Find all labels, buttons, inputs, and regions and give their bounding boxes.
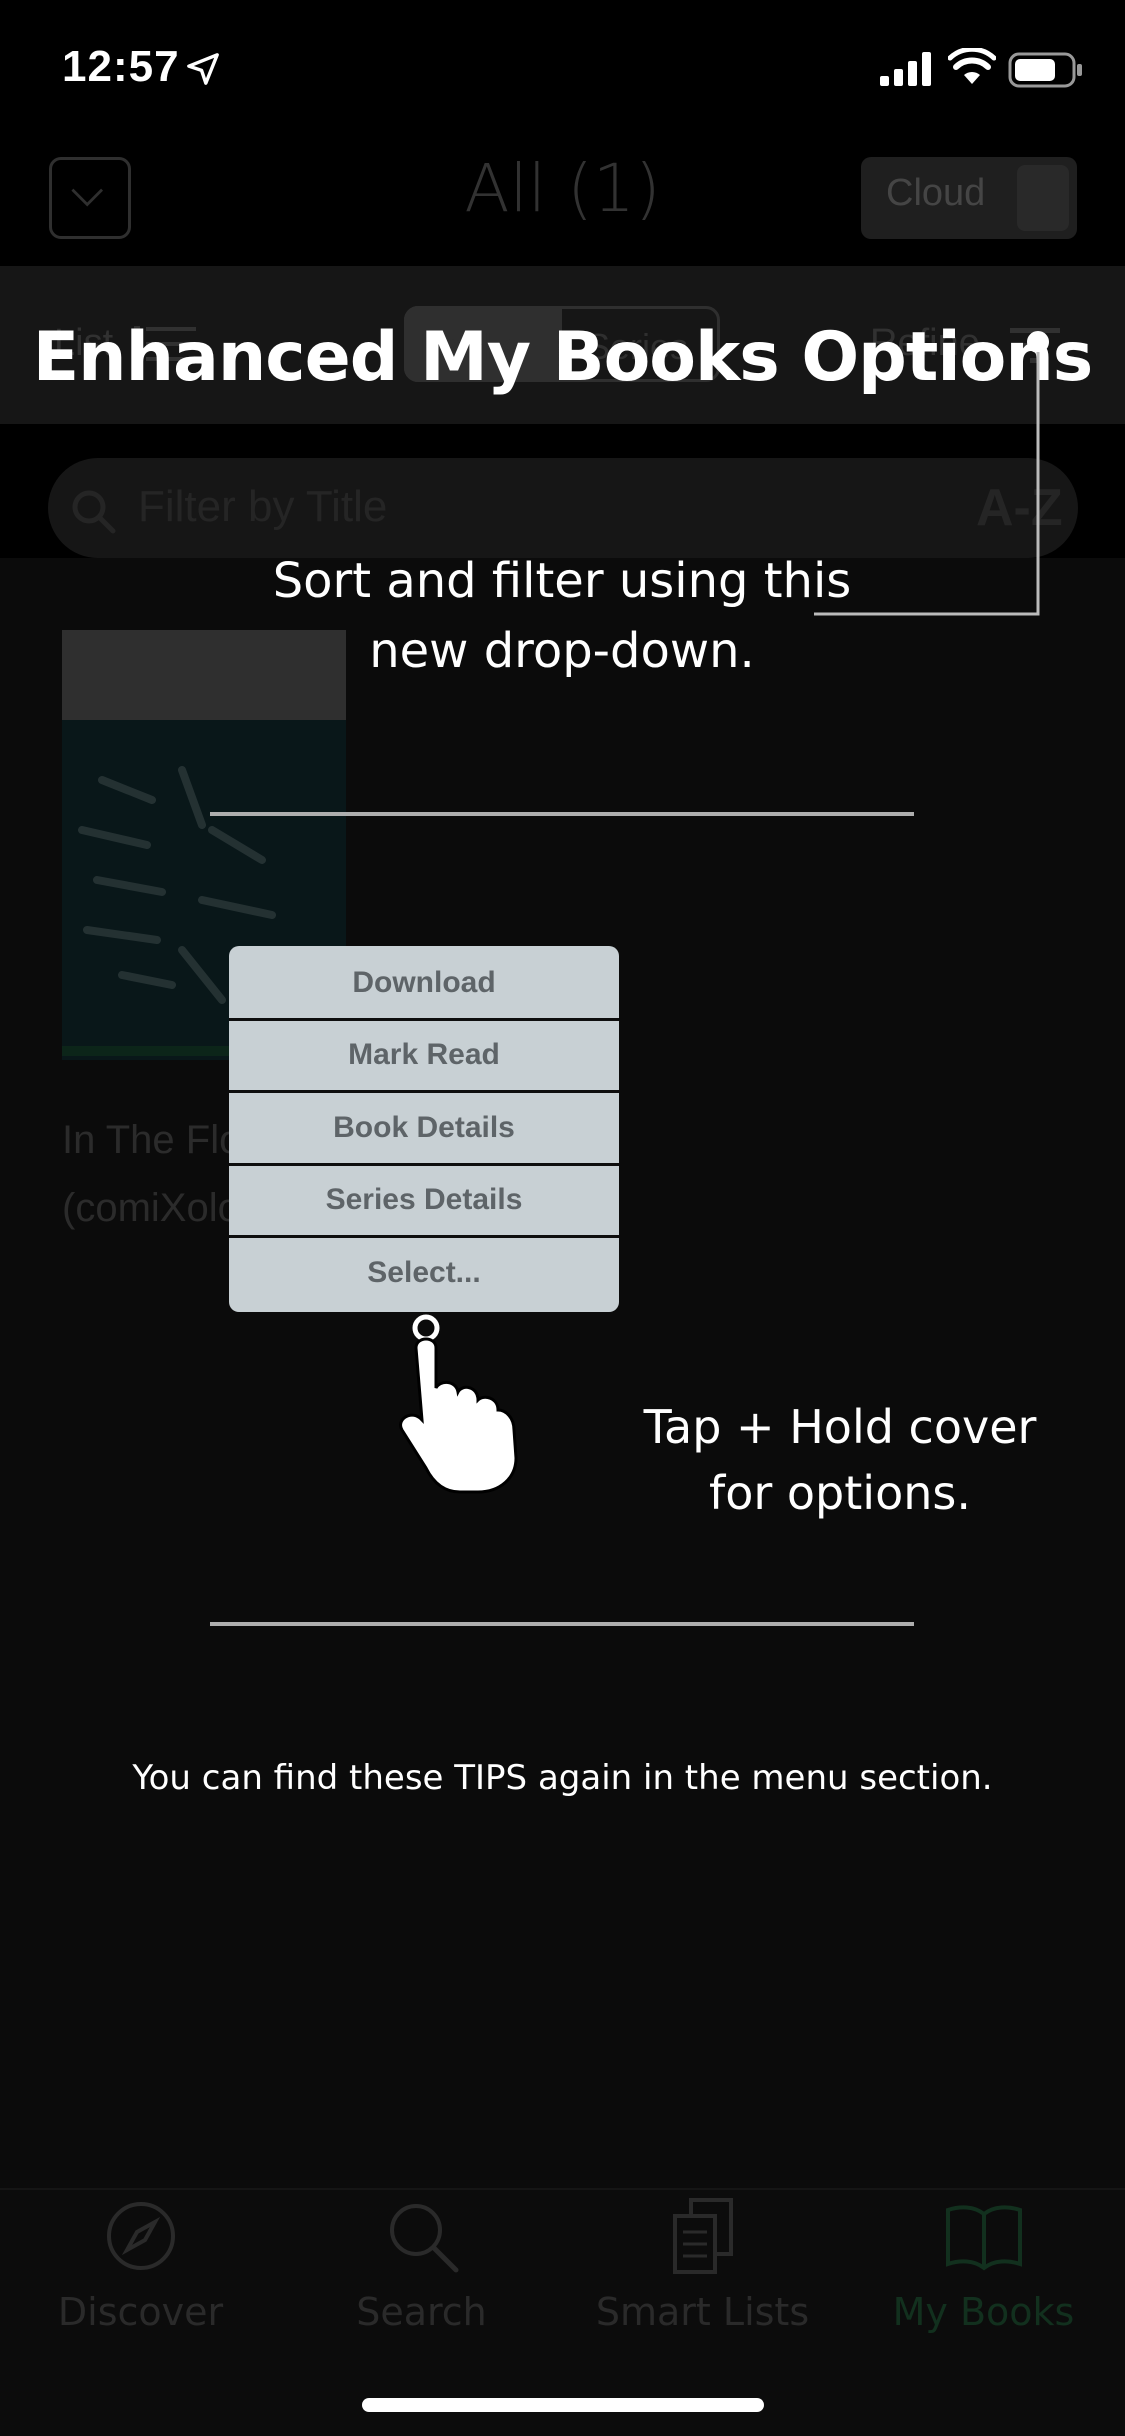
tip-subtitle: Sort and filter using this new drop-down… xyxy=(272,553,852,679)
book-icon xyxy=(945,2205,1022,2271)
compass-icon xyxy=(106,2202,175,2270)
home-indicator[interactable] xyxy=(362,2398,764,2412)
menu-item-book-details[interactable]: Book Details xyxy=(229,1093,619,1163)
tap-hand-icon xyxy=(399,1314,518,1494)
tips-note: You can find these TIPS again in the men… xyxy=(132,1758,993,1798)
battery-icon xyxy=(1008,52,1082,88)
divider-bottom xyxy=(210,1622,914,1626)
tab-search-label: Search xyxy=(356,2290,487,2334)
status-time: 12:57 xyxy=(62,42,180,91)
tab-smart-lists[interactable]: Smart Lists xyxy=(562,2196,843,2334)
tab-discover-label: Discover xyxy=(57,2290,224,2334)
documents-icon xyxy=(672,2198,733,2274)
tab-my-books[interactable]: My Books xyxy=(843,2196,1124,2334)
tap-hold-hint: Tap + Hold cover for options. xyxy=(643,1400,1037,1520)
cellular-signal-icon xyxy=(880,52,931,86)
tab-smart-lists-label: Smart Lists xyxy=(595,2290,810,2334)
search-icon xyxy=(389,2204,458,2273)
wifi-icon xyxy=(948,48,996,84)
menu-item-select[interactable]: Select... xyxy=(229,1238,619,1308)
tab-search[interactable]: Search xyxy=(281,2196,562,2334)
divider-top xyxy=(210,812,914,816)
menu-item-mark-read[interactable]: Mark Read xyxy=(229,1020,619,1090)
tab-discover[interactable]: Discover xyxy=(0,2196,281,2334)
tab-my-books-label: My Books xyxy=(892,2290,1075,2334)
location-arrow-icon xyxy=(187,53,219,85)
menu-item-download[interactable]: Download xyxy=(229,948,619,1018)
menu-item-series-details[interactable]: Series Details xyxy=(229,1165,619,1235)
